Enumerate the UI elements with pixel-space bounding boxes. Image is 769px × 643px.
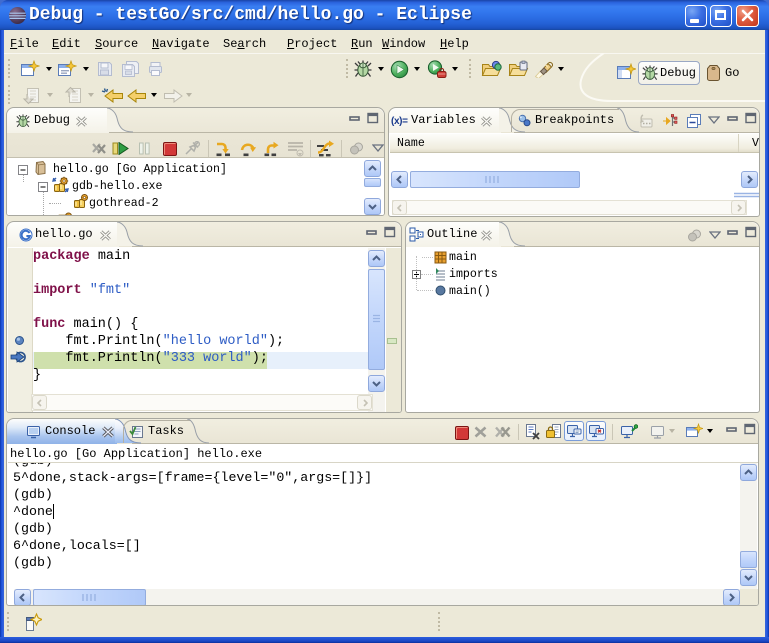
svg-text:(x)=: (x)=: [391, 116, 408, 127]
